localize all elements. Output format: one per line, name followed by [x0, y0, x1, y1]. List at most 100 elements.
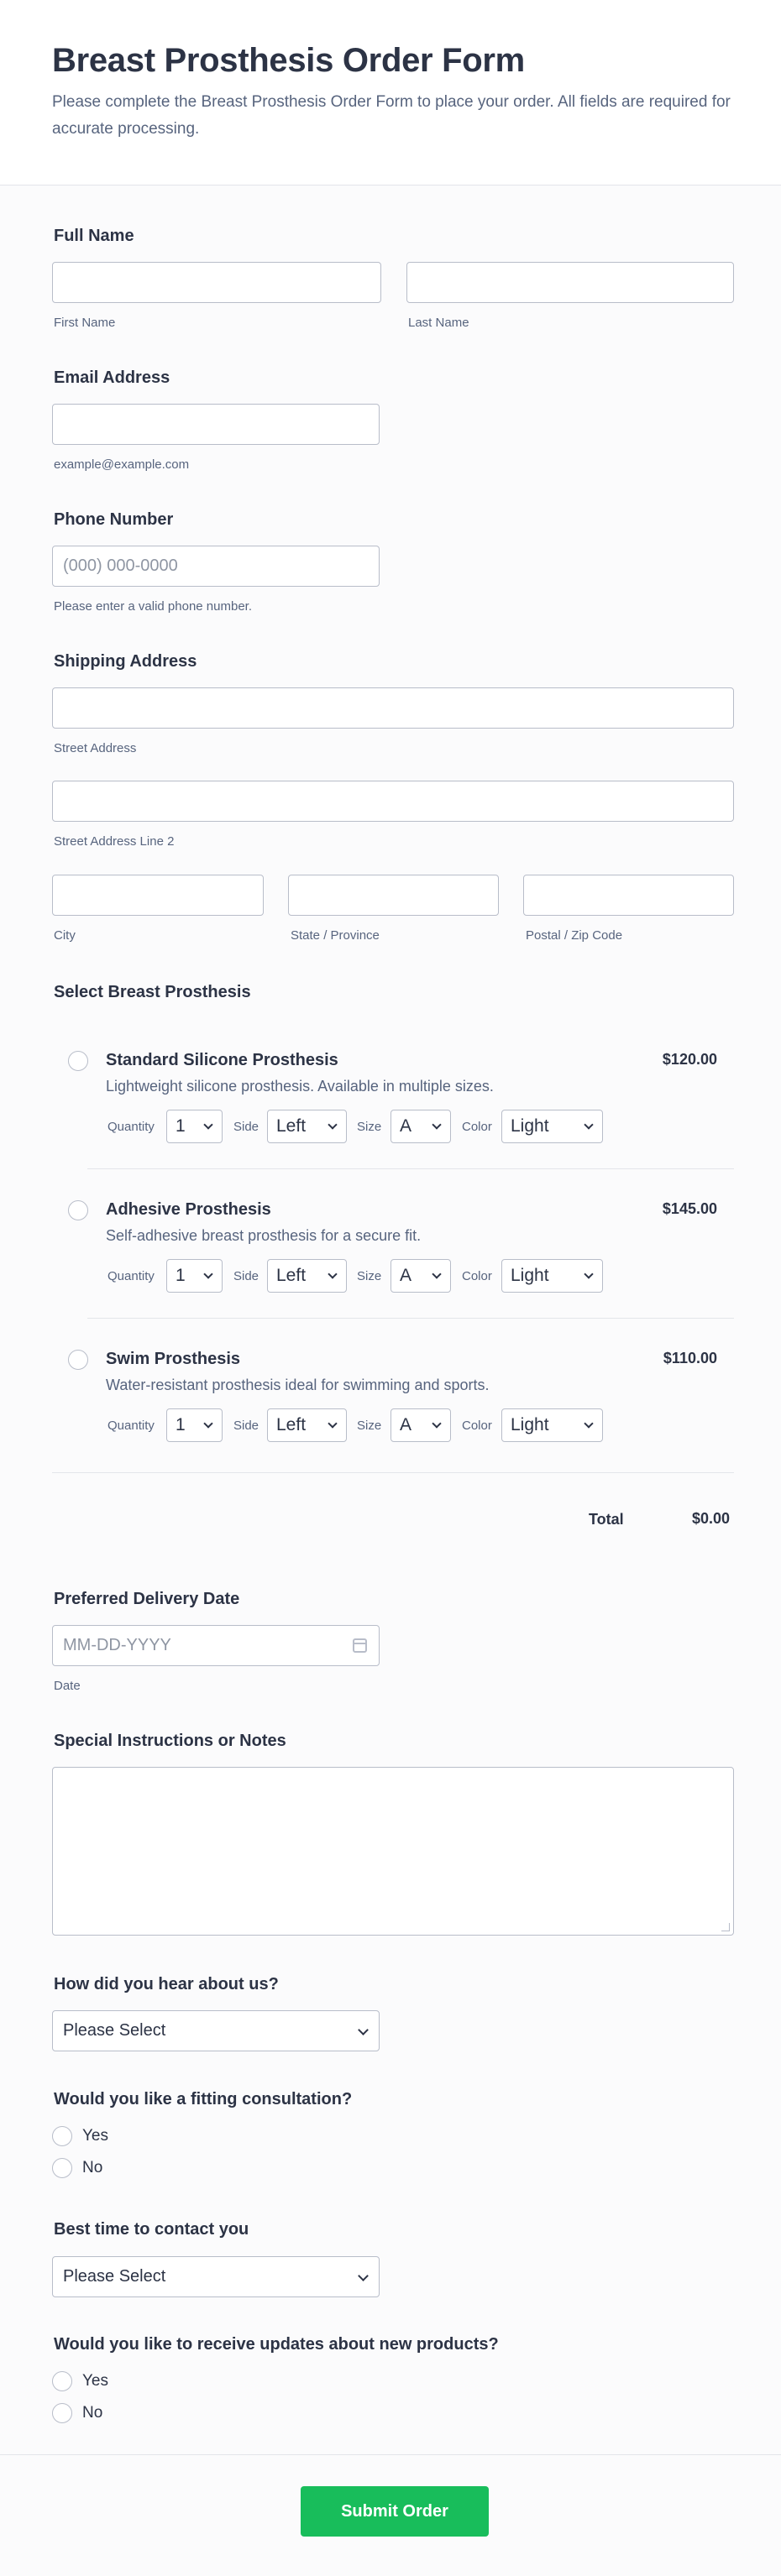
color-value: Light [511, 1415, 549, 1434]
phone-input[interactable]: (000) 000-0000 [52, 546, 380, 587]
chevron-down-icon [203, 1120, 213, 1130]
product-item[interactable]: Swim Prosthesis Water-resistant prosthes… [54, 1336, 734, 1471]
chevron-down-icon [358, 2270, 369, 2281]
product-select-radio[interactable] [68, 1200, 88, 1220]
quantity-value: 1 [176, 1266, 186, 1285]
size-select[interactable]: A [390, 1259, 451, 1293]
street-address-input[interactable] [52, 687, 734, 729]
color-label: Color [462, 1269, 492, 1283]
color-value: Light [511, 1116, 549, 1136]
email-input[interactable] [52, 404, 380, 445]
color-label: Color [462, 1419, 492, 1433]
referral-select[interactable]: Please Select [52, 2010, 380, 2051]
street-address-line2-input[interactable] [52, 781, 734, 822]
chevron-down-icon [584, 1419, 594, 1429]
consultation-label: Would you like a fitting consultation? [54, 2090, 353, 2108]
products-label: Select Breast Prosthesis [54, 983, 251, 1001]
first-name-input[interactable] [52, 262, 381, 303]
delivery-date-input[interactable]: MM-DD-YYYY [52, 1625, 380, 1666]
size-label: Size [357, 1120, 382, 1134]
product-price: $120.00 [662, 1051, 717, 1068]
city-sublabel: City [54, 928, 76, 943]
delivery-date-placeholder: MM-DD-YYYY [63, 1636, 171, 1654]
street-address-line2-sublabel: Street Address Line 2 [54, 834, 175, 849]
chevron-down-icon [584, 1269, 594, 1279]
color-value: Light [511, 1266, 549, 1285]
chevron-down-icon [432, 1269, 442, 1279]
total-label: Total [589, 1511, 624, 1528]
option-label: Yes [82, 2372, 108, 2390]
size-value: A [400, 1415, 412, 1434]
full-name-label: Full Name [54, 227, 134, 245]
chevron-down-icon [358, 2025, 369, 2035]
phone-label: Phone Number [54, 510, 174, 529]
color-select[interactable]: Light [501, 1408, 603, 1442]
size-select[interactable]: A [390, 1110, 451, 1143]
address-label: Shipping Address [54, 652, 197, 671]
radio-button[interactable] [52, 2371, 72, 2391]
product-select-radio[interactable] [68, 1051, 88, 1071]
phone-sublabel: Please enter a valid phone number. [54, 599, 252, 614]
form-header: Breast Prosthesis Order Form Please comp… [0, 0, 781, 185]
radio-button[interactable] [52, 2403, 72, 2423]
side-select[interactable]: Left [267, 1259, 347, 1293]
product-item[interactable]: Standard Silicone Prosthesis Lightweight… [54, 1037, 734, 1172]
color-select[interactable]: Light [501, 1259, 603, 1293]
chevron-down-icon [584, 1120, 594, 1130]
side-label: Side [233, 1269, 259, 1283]
email-label: Email Address [54, 368, 170, 387]
calendar-icon[interactable] [353, 1638, 367, 1653]
size-value: A [400, 1266, 412, 1285]
side-select[interactable]: Left [267, 1110, 347, 1143]
size-select[interactable]: A [390, 1408, 451, 1442]
color-select[interactable]: Light [501, 1110, 603, 1143]
chevron-down-icon [203, 1269, 213, 1279]
option-label: No [82, 2159, 103, 2176]
radio-button[interactable] [52, 2158, 72, 2178]
postal-code-input[interactable] [523, 875, 734, 916]
product-divider [87, 1168, 734, 1169]
quantity-select[interactable]: 1 [166, 1259, 223, 1293]
option-label: Yes [82, 2127, 108, 2145]
city-input[interactable] [52, 875, 264, 916]
street-address-sublabel: Street Address [54, 741, 137, 755]
side-label: Side [233, 1419, 259, 1433]
updates-label: Would you like to receive updates about … [54, 2335, 499, 2354]
quantity-select[interactable]: 1 [166, 1110, 223, 1143]
product-name: Swim Prosthesis [106, 1350, 241, 1368]
contact-time-label: Best time to contact you [54, 2220, 249, 2239]
form-footer: Submit Order [0, 2454, 781, 2576]
contact-time-selected: Please Select [63, 2267, 166, 2286]
contact-time-select[interactable]: Please Select [52, 2256, 380, 2297]
form-description: Please complete the Breast Prosthesis Or… [52, 93, 731, 138]
referral-label: How did you hear about us? [54, 1975, 279, 1993]
quantity-value: 1 [176, 1116, 186, 1136]
side-value: Left [276, 1266, 307, 1285]
size-value: A [400, 1116, 412, 1136]
product-description: Lightweight silicone prosthesis. Availab… [106, 1078, 494, 1095]
last-name-sublabel: Last Name [408, 316, 469, 330]
radio-button[interactable] [52, 2126, 72, 2146]
product-divider [87, 1318, 734, 1319]
side-select[interactable]: Left [267, 1408, 347, 1442]
quantity-select[interactable]: 1 [166, 1408, 223, 1442]
state-sublabel: State / Province [291, 928, 380, 943]
last-name-input[interactable] [406, 262, 734, 303]
quantity-label: Quantity [107, 1269, 155, 1283]
product-select-radio[interactable] [68, 1350, 88, 1370]
state-input[interactable] [288, 875, 499, 916]
chevron-down-icon [203, 1419, 213, 1429]
product-description: Water-resistant prosthesis ideal for swi… [106, 1377, 490, 1393]
quantity-label: Quantity [107, 1419, 155, 1433]
delivery-date-sublabel: Date [54, 1679, 81, 1693]
side-label: Side [233, 1120, 259, 1134]
quantity-value: 1 [176, 1415, 186, 1434]
notes-textarea[interactable] [52, 1767, 734, 1936]
product-item[interactable]: Adhesive Prosthesis Self-adhesive breast… [54, 1187, 734, 1321]
chevron-down-icon [432, 1419, 442, 1429]
resize-handle[interactable] [721, 1923, 730, 1931]
side-value: Left [276, 1116, 307, 1136]
submit-order-button[interactable]: Submit Order [301, 2486, 489, 2537]
product-description: Self-adhesive breast prosthesis for a se… [106, 1227, 422, 1244]
form-page: Breast Prosthesis Order Form Please comp… [0, 0, 781, 2576]
